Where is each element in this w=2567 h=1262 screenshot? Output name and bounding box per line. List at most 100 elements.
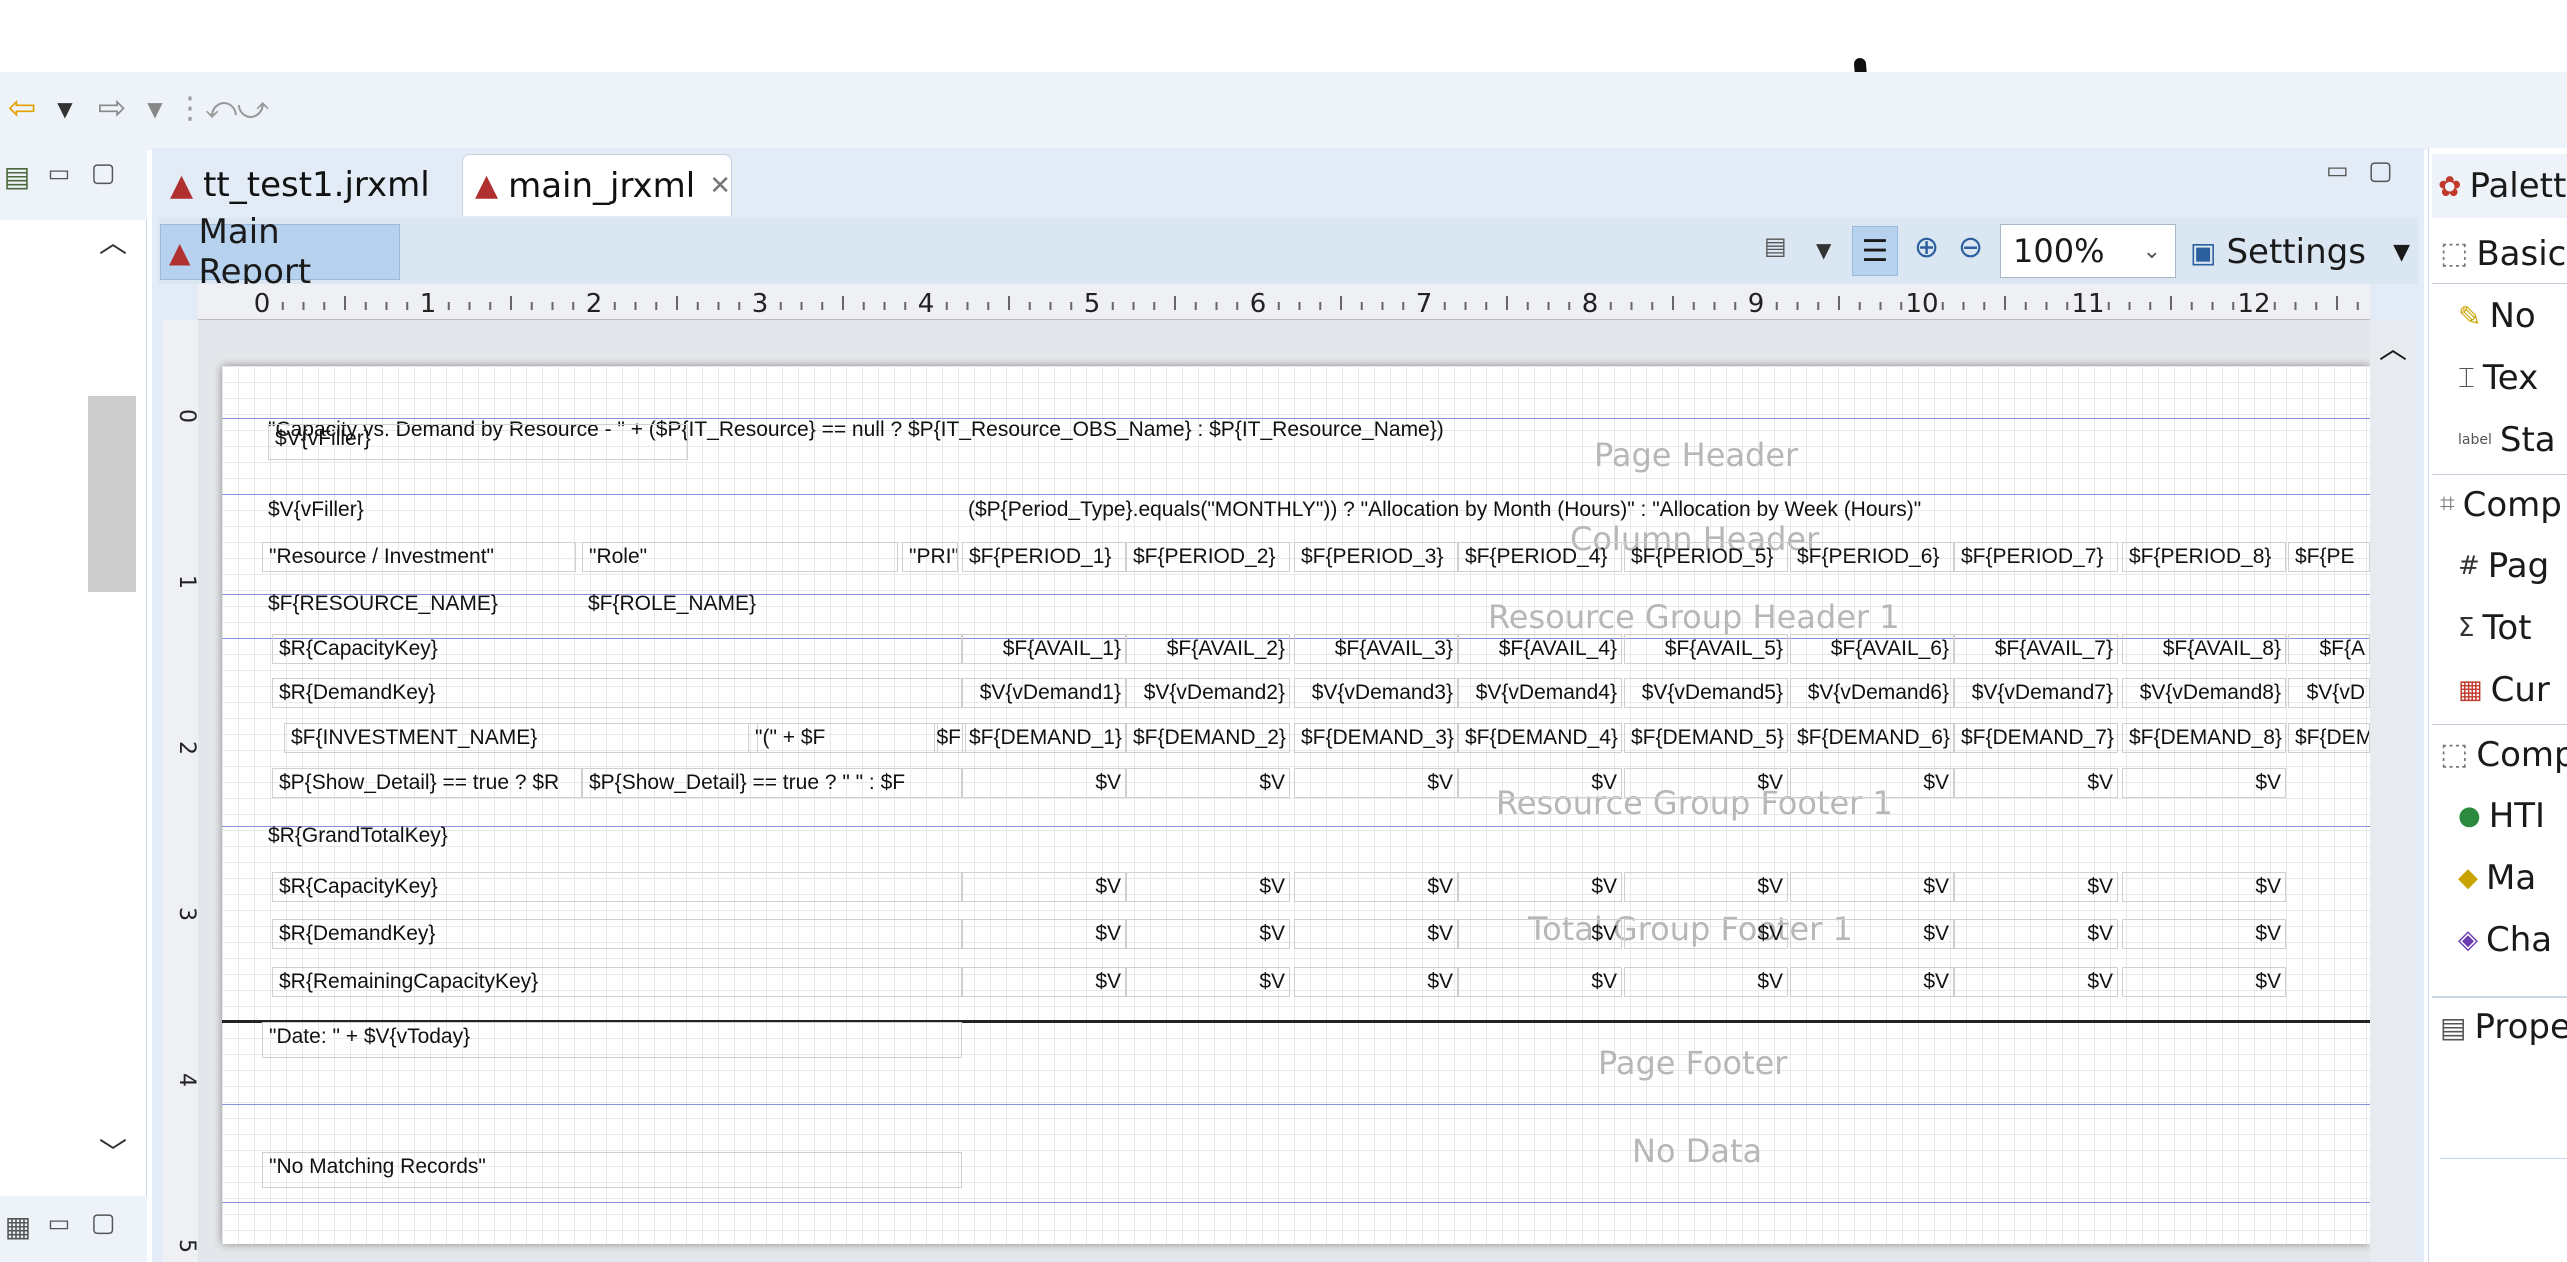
tab-main-jrxml[interactable]: ▲ main_jrxml ✕ (462, 154, 732, 216)
palette-item-chart[interactable]: ◈ Cha (2432, 910, 2567, 970)
variable-field[interactable]: $V (1954, 872, 2118, 902)
variable-field[interactable]: $V (1458, 768, 1622, 798)
demand-field[interactable]: $F{DEMAND_3} (1294, 723, 1458, 753)
palette-section-components[interactable]: ⬚ Comp (2432, 724, 2567, 784)
demand-key-field[interactable]: $R{DemandKey} (272, 678, 962, 708)
main-report-selector[interactable]: ▲ Main Report (160, 212, 400, 292)
variable-field[interactable]: $V (1294, 967, 1458, 997)
palette-item-html[interactable]: ● HTI (2432, 786, 2567, 846)
variable-field[interactable]: $V (1954, 919, 2118, 949)
avail-field[interactable]: $F{AVAIL_7} (1954, 634, 2118, 664)
avail-field[interactable]: $F{AVAIL_1} (962, 634, 1126, 664)
column-header-role[interactable]: "Role" (582, 542, 898, 572)
variable-field[interactable]: $V (1126, 967, 1290, 997)
avail-field[interactable]: $F{AVAIL_8} (2122, 634, 2286, 664)
total-capacity-key-field[interactable]: $R{CapacityKey} (272, 872, 962, 902)
palette-item-page-number[interactable]: # Pag (2432, 536, 2567, 596)
remaining-capacity-key-field[interactable]: $R{RemainingCapacityKey} (272, 967, 962, 997)
vdemand-field[interactable]: $V{vDemand7} (1954, 678, 2118, 708)
settings-button[interactable]: ▣ Settings ▼ (2190, 226, 2410, 278)
back-dropdown-icon[interactable]: ▼ (52, 94, 78, 124)
filler-field[interactable]: $V{vFiller} (262, 496, 562, 524)
demand-field[interactable]: $F{DEMAND_6} (1790, 723, 1954, 753)
variable-field[interactable]: $V (1790, 919, 1954, 949)
variable-field[interactable]: $V (1458, 919, 1622, 949)
variable-field[interactable]: $V (1126, 768, 1290, 798)
outline-icon[interactable]: ▦ (0, 1206, 36, 1246)
minimize-icon[interactable]: ▭ (44, 156, 74, 190)
variable-field[interactable]: $V (1624, 967, 1788, 997)
variable-field[interactable]: $V (1624, 872, 1788, 902)
show-detail-field-1[interactable]: $P{Show_Detail} == true ? $R (272, 768, 582, 798)
avail-field[interactable]: $F{AVAIL_6} (1790, 634, 1954, 664)
investment-paren-field[interactable]: "(" + $F (748, 723, 938, 753)
variable-field[interactable]: $V (2122, 768, 2286, 798)
variable-field[interactable]: $V (962, 967, 1126, 997)
maximize-icon[interactable]: ▢ (2368, 156, 2398, 186)
period-header-field[interactable]: $F{PERIOD_7} (1954, 542, 2118, 572)
avail-field[interactable]: $F{AVAIL_3} (1294, 634, 1458, 664)
vdemand-field[interactable]: $V{vDemand3} (1294, 678, 1458, 708)
forward-dropdown-icon[interactable]: ▼ (142, 94, 168, 124)
vdemand-field[interactable]: $V{vDemand4} (1458, 678, 1622, 708)
zoom-in-icon[interactable]: ⊕ (1914, 230, 1950, 270)
demand-field[interactable]: $F{DEMAND_8} (2122, 723, 2286, 753)
forward-arrow-icon[interactable]: ⇨ (92, 88, 132, 128)
tab-tt-test1[interactable]: ▲ tt_test1.jrxml (158, 154, 458, 216)
total-demand-key-field[interactable]: $R{DemandKey} (272, 919, 962, 949)
grand-total-key-field[interactable]: $R{GrandTotalKey} (262, 822, 562, 850)
scroll-up-icon[interactable]: ︿ (96, 224, 130, 259)
variable-field[interactable]: $V (1954, 967, 2118, 997)
canvas-vertical-scrollbar[interactable]: ︿ (2370, 320, 2416, 1262)
period-header-field[interactable]: $F{PERIOD_1} (962, 542, 1126, 572)
maximize-icon[interactable]: ▢ (86, 156, 120, 190)
variable-field[interactable]: $V (1790, 967, 1954, 997)
properties-panel-header[interactable]: ▤ Prope (2432, 996, 2567, 1056)
variable-field[interactable]: $V (1294, 768, 1458, 798)
variable-field[interactable]: $V (962, 768, 1126, 798)
investment-name-field[interactable]: $F{INVESTMENT_NAME} (284, 723, 758, 753)
demand-field[interactable]: $F{DEMAND_1} (962, 723, 1126, 753)
variable-field[interactable]: $V (1790, 768, 1954, 798)
demand-field[interactable]: $F{DEMAND_4} (1458, 723, 1622, 753)
variable-field[interactable]: $V (962, 919, 1126, 949)
variable-field[interactable]: $V (2122, 872, 2286, 902)
period-header-field[interactable]: $F{PERIOD_3} (1294, 542, 1458, 572)
avail-field[interactable]: $F{AVAIL_5} (1624, 634, 1788, 664)
preview-mode-icon[interactable]: ▤ (1764, 232, 1804, 272)
palette-item-current-date[interactable]: ▦ Cur (2432, 660, 2567, 720)
scroll-up-icon[interactable]: ︿ (2376, 330, 2410, 365)
role-name-field[interactable]: $F{ROLE_NAME} (582, 590, 892, 618)
column-header-pri[interactable]: "PRI" (902, 542, 958, 572)
demand-field[interactable]: $F{DEM (2288, 723, 2370, 753)
palette-item-textfield[interactable]: ⌶ Tex (2432, 348, 2567, 408)
scroll-down-icon[interactable]: ﹀ (96, 1134, 130, 1169)
palette-item-note[interactable]: ✎ No (2432, 286, 2567, 346)
period-header-field[interactable]: $F{PE (2288, 542, 2370, 572)
vdemand-field[interactable]: $V{vDemand6} (1790, 678, 1954, 708)
show-detail-field-2[interactable]: $P{Show_Detail} == true ? " " : $F (582, 768, 962, 798)
avail-field[interactable]: $F{A (2288, 634, 2370, 664)
undo-redo-icon[interactable]: ⋮⤺⤻ (175, 86, 269, 130)
variable-field[interactable]: $V (1126, 872, 1290, 902)
band-layout-icon[interactable]: ☰ (1852, 226, 1898, 276)
close-icon[interactable]: ✕ (709, 171, 731, 201)
demand-field[interactable]: $F{DEMAND_2} (1126, 723, 1290, 753)
resource-name-field[interactable]: $F{RESOURCE_NAME} (262, 590, 572, 618)
period-type-field[interactable]: ($P{Period_Type}.equals("MONTHLY")) ? "A… (962, 496, 2262, 524)
minimize-icon[interactable]: ▭ (2326, 156, 2356, 186)
vdemand-field[interactable]: $V{vDemand1} (962, 678, 1126, 708)
demand-field[interactable]: $F{DEMAND_5} (1624, 723, 1788, 753)
left-scrollbar-thumb[interactable] (88, 396, 136, 592)
filler-field[interactable]: $V{vFiller} (268, 424, 688, 460)
palette-item-static-text[interactable]: label Sta (2432, 410, 2567, 470)
back-arrow-icon[interactable]: ⇦ (2, 88, 42, 128)
variable-field[interactable]: $V (1954, 768, 2118, 798)
variable-field[interactable]: $V (1458, 967, 1622, 997)
vdemand-field[interactable]: $V{vDemand2} (1126, 678, 1290, 708)
variable-field[interactable]: $V (1790, 872, 1954, 902)
avail-field[interactable]: $F{AVAIL_4} (1458, 634, 1622, 664)
variable-field[interactable]: $V (1126, 919, 1290, 949)
demand-field[interactable]: $F{DEMAND_7} (1954, 723, 2118, 753)
new-item-icon[interactable]: ▤ (0, 156, 34, 196)
